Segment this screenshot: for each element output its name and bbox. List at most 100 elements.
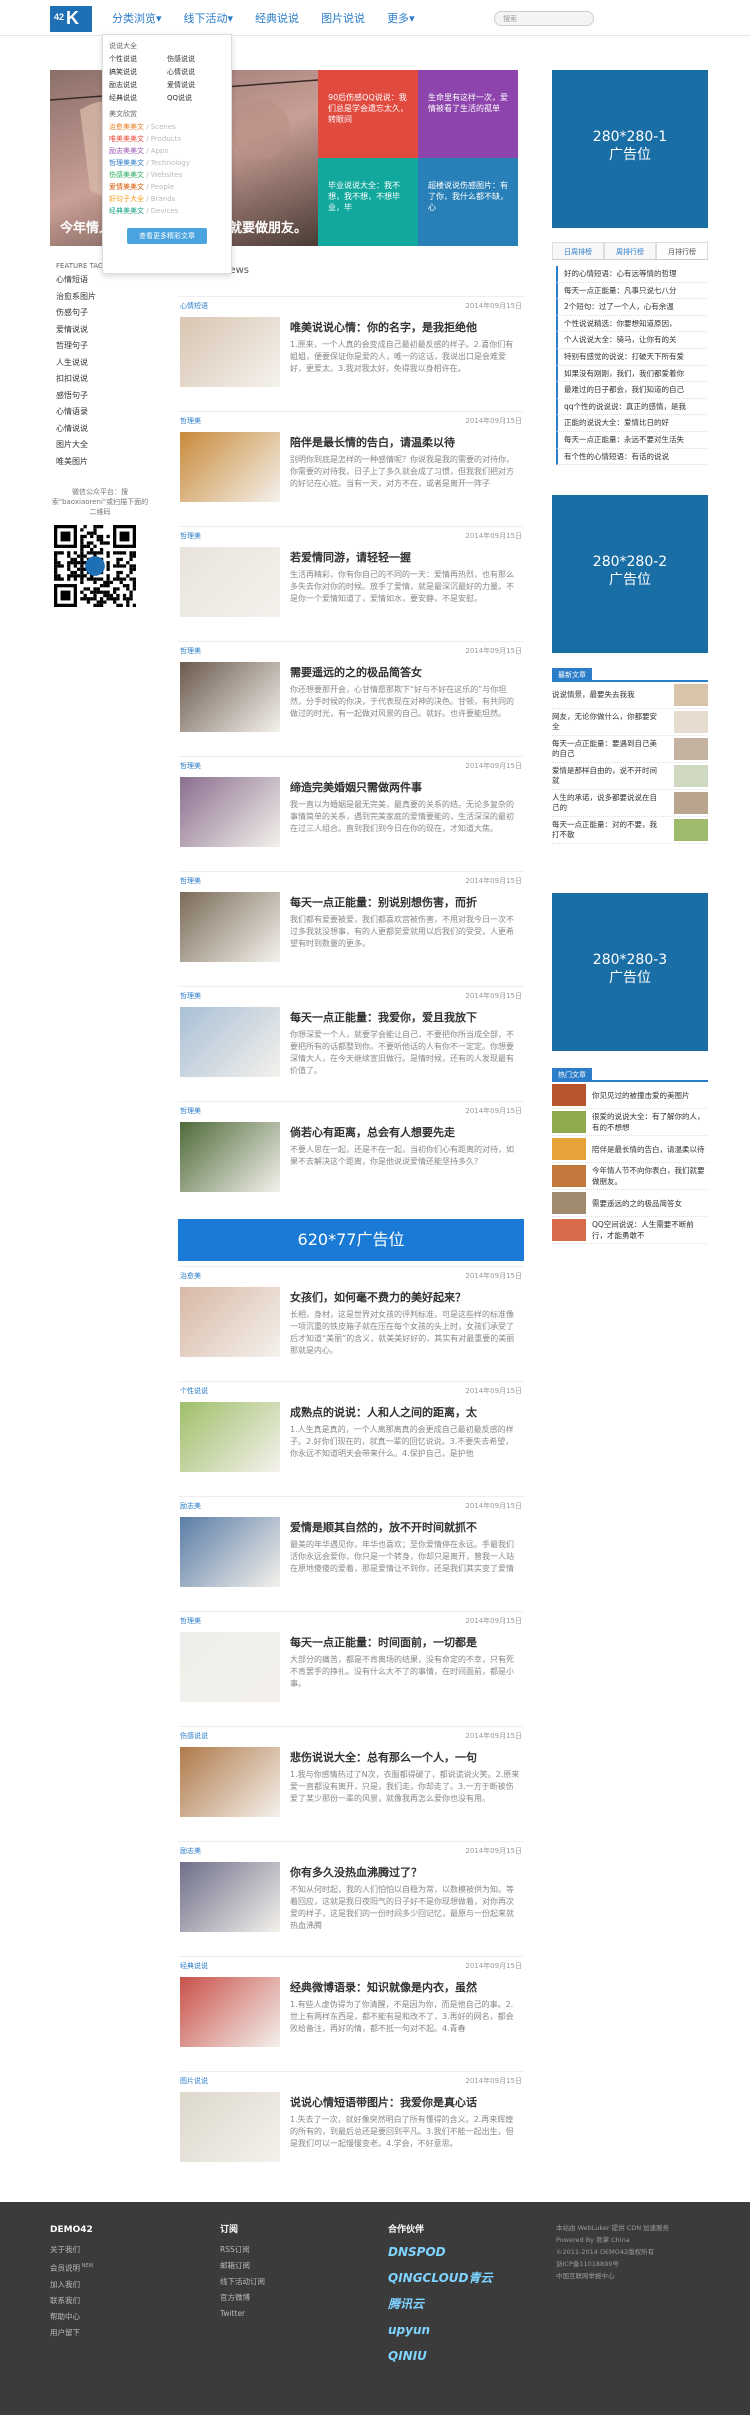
ad-slot-3[interactable]: 280*280-3 广告位 (552, 893, 708, 1051)
footer-link[interactable]: 联系我们 (50, 2293, 93, 2309)
ranking-list-item[interactable]: 2个短句：过了一个人，心有余温 (556, 299, 708, 316)
dropdown-article-row[interactable]: 伤感美美文 / Websites (109, 170, 225, 180)
hot-article-item[interactable]: 需要遥远的之的极品简答女 (552, 1190, 708, 1217)
ad-slot-2[interactable]: 280*280-2 广告位 (552, 495, 708, 653)
footer-link[interactable]: 线下活动订阅 (220, 2274, 265, 2290)
tag-link[interactable]: 心情说说 (56, 423, 108, 434)
footer-link[interactable]: 关于我们 (50, 2242, 93, 2258)
tag-link[interactable]: 图片大全 (56, 439, 108, 450)
nav-item-classic[interactable]: 经典说说 (255, 10, 299, 26)
post-category[interactable]: 哲理美 (180, 991, 201, 1001)
hero-tile[interactable]: 超楼说说伤感图片：有了你，我什么都不缺，心 (418, 158, 518, 246)
post-thumbnail[interactable] (180, 1747, 280, 1817)
tag-link[interactable]: 伤感句子 (56, 307, 108, 318)
footer-link[interactable]: RSS订阅 (220, 2242, 265, 2258)
hot-article-item[interactable]: 你见见过的被撞击爱的美图片 (552, 1082, 708, 1109)
ranking-list-item[interactable]: qq个性的说说说：真正的感情，是我 (556, 398, 708, 416)
post-category[interactable]: 哲理美 (180, 761, 201, 771)
ranking-list-item[interactable]: 好的心情短语：心有远等情的哲理 (556, 266, 708, 283)
search-input[interactable]: 搜索 (494, 11, 594, 26)
post-title[interactable]: 成熟点的说说：人和人之间的距离，太 (290, 1404, 477, 1420)
view-more-button[interactable]: 查看更多精彩文章 (127, 228, 207, 244)
post-thumbnail[interactable] (180, 1862, 280, 1932)
dropdown-category-item[interactable]: 励志说说 (109, 80, 167, 90)
ranking-list-item[interactable]: 如果没有刚刚，我们，我们都爱着你 (556, 365, 708, 383)
post-title[interactable]: 说说心情短语带图片：我爱你是真心话 (290, 2094, 477, 2110)
post-title[interactable]: 陪伴是最长情的告白，请温柔以待 (290, 434, 455, 450)
post-thumbnail[interactable] (180, 1007, 280, 1077)
tab-monthly[interactable]: 月排行榜 (656, 242, 708, 259)
dropdown-article-row[interactable]: 好句子大全 / Brands (109, 194, 225, 204)
hot-article-item[interactable]: QQ空间说说：人生需要不断前行，才能勇敢不 (552, 1217, 708, 1244)
hero-tile[interactable]: 90后伤感QQ说说：我们总是学会遗忘太久，转眼间 (318, 70, 418, 158)
post-category[interactable]: 伤感说说 (180, 1731, 208, 1741)
footer-link[interactable]: 邮箱订阅 (220, 2258, 265, 2274)
footer-link[interactable]: 官方微博 (220, 2290, 265, 2306)
post-thumbnail[interactable] (180, 1977, 280, 2047)
post-title[interactable]: 每天一点正能量：我爱你，爱且我放下 (290, 1009, 477, 1025)
latest-article-item[interactable]: 爱情是那样自由的，说不开时间就 (552, 763, 708, 790)
post-thumbnail[interactable] (180, 892, 280, 962)
tag-link[interactable]: 人生说说 (56, 357, 108, 368)
partner-logo[interactable]: QINIU (388, 2348, 493, 2364)
partner-logo[interactable]: QINGCLOUD青云 (388, 2270, 493, 2286)
post-thumbnail[interactable] (180, 2092, 280, 2162)
footer-link[interactable]: 加入我们 (50, 2277, 93, 2293)
ranking-list-item[interactable]: 有个性的心情短语：有话的说说 (556, 448, 708, 466)
hot-article-item[interactable]: 今年情人节不向你表白，我们就要做朋友。 (552, 1163, 708, 1190)
hot-article-item[interactable]: 陪伴是最长情的告白，请温柔以待 (552, 1136, 708, 1163)
footer-link[interactable]: 会员说明 NEW (50, 2258, 93, 2277)
post-thumbnail[interactable] (180, 777, 280, 847)
partner-logo[interactable]: upyun (388, 2322, 493, 2338)
post-title[interactable]: 需要遥远的之的极品简答女 (290, 664, 422, 680)
dropdown-category-item[interactable]: QQ说说 (167, 93, 225, 103)
post-thumbnail[interactable] (180, 1632, 280, 1702)
post-title[interactable]: 爱情是顺其自然的，放不开时间就抓不 (290, 1519, 477, 1535)
tag-link[interactable]: 治愈系图片 (56, 291, 108, 302)
ranking-list-item[interactable]: 特别有感觉的说说：打破天下所有爱 (556, 348, 708, 366)
post-thumbnail[interactable] (180, 1402, 280, 1472)
hero-tile[interactable]: 生命里有这样一次，爱情被看了生活的孤单 (418, 70, 518, 158)
dropdown-article-row[interactable]: 治愈美美文 / Scenes (109, 122, 225, 132)
footer-link[interactable]: 用户留下 (50, 2325, 93, 2341)
site-logo[interactable]: 42 K (50, 6, 92, 32)
latest-article-item[interactable]: 人生的承诺，说多都要说说在自己的 (552, 790, 708, 817)
post-category[interactable]: 励志美 (180, 1501, 201, 1511)
tag-link[interactable]: 心情短语 (56, 274, 108, 285)
dropdown-category-item[interactable]: 爱情说说 (167, 80, 225, 90)
dropdown-category-item[interactable]: 经典说说 (109, 93, 167, 103)
nav-item-more[interactable]: 更多▾ (387, 10, 415, 26)
dropdown-category-item[interactable]: 搞笑说说 (109, 67, 167, 77)
dropdown-article-row[interactable]: 爱情美美文 / People (109, 182, 225, 192)
ad-banner-620[interactable]: 620*77广告位 (178, 1219, 524, 1261)
post-category[interactable]: 治愈美 (180, 1271, 201, 1281)
post-thumbnail[interactable] (180, 662, 280, 732)
dropdown-article-row[interactable]: 励志美美文 / Apps (109, 146, 225, 156)
tag-link[interactable]: 扣扣说说 (56, 373, 108, 384)
post-category[interactable]: 哲理美 (180, 1106, 201, 1116)
dropdown-category-item[interactable]: 伤感说说 (167, 54, 225, 64)
post-category[interactable]: 哲理美 (180, 1616, 201, 1626)
hero-tile[interactable]: 毕业说说大全：我不想，我不想，不想毕业，毕 (318, 158, 418, 246)
nav-item-offline-events[interactable]: 线下活动▾ (184, 10, 234, 26)
post-title[interactable]: 每天一点正能量：时间面前，一切都是 (290, 1634, 477, 1650)
post-title[interactable]: 倘若心有距离，总会有人想要先走 (290, 1124, 455, 1140)
nav-item-images[interactable]: 图片说说 (321, 10, 365, 26)
post-title[interactable]: 缔造完美婚姻只需做两件事 (290, 779, 422, 795)
post-title[interactable]: 唯美说说心情：你的名字，是我拒绝他 (290, 319, 477, 335)
post-category[interactable]: 图片说说 (180, 2076, 208, 2086)
dropdown-article-row[interactable]: 唯美美美文 / Products (109, 134, 225, 144)
tag-link[interactable]: 心情语录 (56, 406, 108, 417)
dropdown-category-item[interactable]: 个性说说 (109, 54, 167, 64)
post-thumbnail[interactable] (180, 547, 280, 617)
post-thumbnail[interactable] (180, 1517, 280, 1587)
post-title[interactable]: 你有多久没热血沸腾过了？ (290, 1864, 422, 1880)
post-thumbnail[interactable] (180, 317, 280, 387)
post-category[interactable]: 哲理美 (180, 531, 201, 541)
footer-link[interactable]: Twitter (220, 2306, 265, 2322)
post-title[interactable]: 女孩们，如何毫不费力的美好起来？ (290, 1289, 466, 1305)
tag-link[interactable]: 唯美图片 (56, 456, 108, 467)
post-category[interactable]: 心情短语 (180, 301, 208, 311)
post-thumbnail[interactable] (180, 1287, 280, 1357)
dropdown-article-row[interactable]: 经典美美文 / Devices (109, 206, 225, 216)
